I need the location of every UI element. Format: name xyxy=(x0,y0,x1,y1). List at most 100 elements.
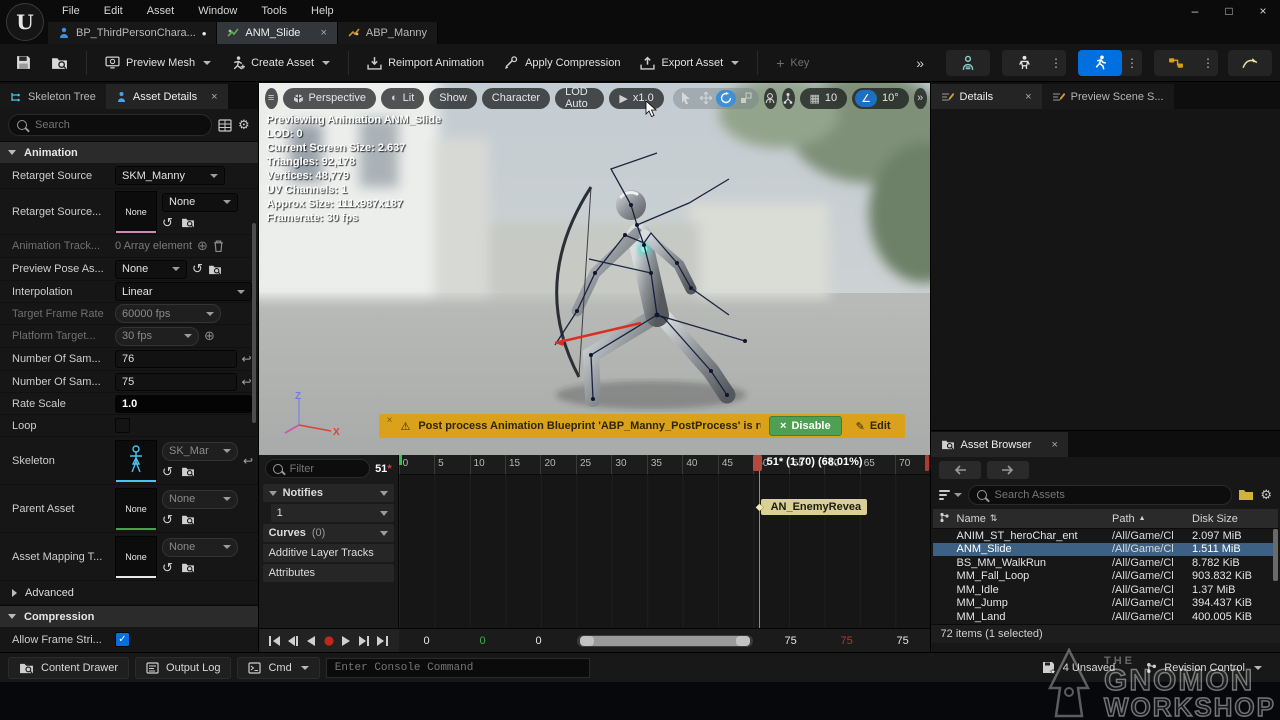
disable-postprocess-button[interactable]: × Disable xyxy=(769,416,842,436)
retarget-source-dropdown[interactable]: SKM_Manny xyxy=(115,166,225,185)
asset-row[interactable]: BS_MM_WalkRun /All/Game/Cl 8.782 KiB xyxy=(933,556,1278,570)
show-menu-button[interactable]: Show xyxy=(429,88,477,109)
viewport-toolbar-overflow[interactable]: » xyxy=(914,88,927,109)
tab-close-icon[interactable]: × xyxy=(1051,439,1057,451)
tab-details[interactable]: Details × xyxy=(931,84,1042,109)
select-tool-icon[interactable] xyxy=(676,90,696,107)
lit-mode-button[interactable]: ◐ Lit xyxy=(381,88,424,109)
column-disk-size[interactable]: Disk Size xyxy=(1192,513,1278,525)
unsaved-assets-button[interactable]: 4 Unsaved xyxy=(1032,657,1126,678)
menu-item[interactable]: Help xyxy=(301,2,344,20)
menu-item[interactable]: Asset xyxy=(137,2,185,20)
preview-mesh-button[interactable]: Preview Mesh xyxy=(97,51,219,74)
animation-section-header[interactable]: Animation xyxy=(0,141,258,163)
reimport-animation-button[interactable]: Reimport Animation xyxy=(359,51,492,75)
preview-viewport[interactable]: ≡ Perspective ◐ Lit Show Character LOD A… xyxy=(259,83,931,455)
maximize-button[interactable]: □ xyxy=(1212,0,1246,22)
asset-row[interactable]: ANIM_ST_heroChar_ent /All/Game/Cl 2.097 … xyxy=(933,529,1278,543)
asset-row[interactable]: ANM_Slide /All/Game/Cl 1.511 MiB xyxy=(933,543,1278,557)
loop-checkbox[interactable] xyxy=(115,418,130,433)
tab-abp-manny[interactable]: ABP_Manny xyxy=(338,22,438,44)
notify-track-1[interactable]: 1 xyxy=(271,504,394,522)
track-options-icon[interactable] xyxy=(380,531,388,536)
record-button[interactable] xyxy=(321,633,337,649)
grid-snap-button[interactable]: ▦ 10 xyxy=(800,88,848,109)
rate-scale-field[interactable]: 1.0 xyxy=(115,395,252,413)
asset-row[interactable]: MM_Jump /All/Game/Cl 394.437 KiB xyxy=(933,597,1278,611)
asset-row[interactable]: MM_Land /All/Game/Cl 400.005 KiB xyxy=(933,610,1278,624)
column-path[interactable]: Path▲ xyxy=(1112,513,1192,525)
details-search-input[interactable] xyxy=(33,118,203,132)
menu-item[interactable]: Edit xyxy=(94,2,133,20)
animation-blueprint-button[interactable] xyxy=(1154,50,1198,76)
viewport-menu-button[interactable]: ≡ xyxy=(265,88,278,109)
notify-marker[interactable]: ◆ AN_EnemyRevea xyxy=(761,499,868,515)
tab-close-icon[interactable]: × xyxy=(211,91,217,103)
asset-thumbnail[interactable]: None xyxy=(115,536,157,578)
animation-mode-button[interactable] xyxy=(1078,50,1122,76)
number-samples-field[interactable]: 75 xyxy=(115,373,237,391)
left-panel-scrollbar[interactable] xyxy=(252,223,256,423)
reset-to-default-icon[interactable]: ↩ xyxy=(242,375,252,389)
browse-to-asset-button[interactable] xyxy=(43,51,76,75)
advanced-section-header[interactable]: Advanced xyxy=(0,581,258,605)
skeleton-thumbnail[interactable] xyxy=(115,440,157,482)
retarget-source-asset-dropdown[interactable]: None xyxy=(162,193,238,212)
add-icon[interactable]: ⊕ xyxy=(204,328,215,344)
interpolation-dropdown[interactable]: Linear xyxy=(115,282,252,301)
notifies-track-header[interactable]: Notifies xyxy=(263,484,394,502)
console-command-input[interactable] xyxy=(333,661,583,675)
tab-anm-slide[interactable]: ANM_Slide × xyxy=(217,22,337,44)
rotation-snap-button[interactable]: ∠ 10° xyxy=(852,88,909,109)
apply-compression-button[interactable]: Apply Compression xyxy=(496,51,628,75)
track-filter-input[interactable] xyxy=(288,462,362,476)
use-selected-icon[interactable]: ↺ xyxy=(162,512,173,528)
create-asset-button[interactable]: Create Asset xyxy=(223,51,338,75)
dismiss-warning-icon[interactable]: × xyxy=(387,415,393,426)
save-button[interactable] xyxy=(8,50,39,75)
timeline-scrollbar[interactable] xyxy=(577,635,753,647)
content-drawer-button[interactable]: Content Drawer xyxy=(8,657,129,679)
additive-layer-tracks-row[interactable]: Additive Layer Tracks xyxy=(263,544,394,562)
number-samples-field[interactable]: 76 xyxy=(115,350,237,368)
blueprint-mode-options-icon[interactable]: ⋮ xyxy=(1198,56,1218,70)
lod-auto-button[interactable]: LOD Auto xyxy=(555,88,604,109)
unreal-logo-icon[interactable]: U xyxy=(6,3,44,41)
animation-mode-options-icon[interactable]: ⋮ xyxy=(1122,56,1142,70)
cmd-selector-button[interactable]: Cmd xyxy=(237,657,319,679)
curves-track-header[interactable]: Curves (0) xyxy=(263,524,394,542)
track-options-icon[interactable] xyxy=(380,511,388,516)
browse-to-icon[interactable] xyxy=(208,264,222,275)
menu-item[interactable]: File xyxy=(52,2,90,20)
character-menu-button[interactable]: Character xyxy=(482,88,550,109)
reset-to-default-icon[interactable]: ↩ xyxy=(242,352,252,366)
asset-list-scrollbar[interactable] xyxy=(1273,529,1278,581)
asset-thumbnail[interactable]: None xyxy=(115,488,157,530)
tab-close-icon[interactable]: × xyxy=(1025,91,1031,103)
tab-close-icon[interactable]: × xyxy=(320,27,326,39)
close-button[interactable]: × xyxy=(1246,0,1280,22)
allow-frame-stripping-checkbox[interactable]: ✓ xyxy=(115,632,130,647)
use-selected-icon[interactable]: ↺ xyxy=(192,261,203,277)
editable-skeleton-button[interactable] xyxy=(1228,50,1272,76)
add-element-icon[interactable]: ⊕ xyxy=(197,238,208,254)
scale-tool-icon[interactable] xyxy=(736,90,756,107)
revision-control-button[interactable]: Revision Control xyxy=(1135,658,1272,678)
preview-pose-dropdown[interactable]: None xyxy=(115,260,187,279)
menu-item[interactable]: Tools xyxy=(251,2,297,20)
asset-search-box[interactable] xyxy=(968,485,1233,505)
minimize-button[interactable]: – xyxy=(1178,0,1212,22)
rotate-tool-icon[interactable] xyxy=(716,90,736,107)
world-local-space-button[interactable] xyxy=(764,88,777,109)
tab-bp-thirdperson[interactable]: BP_ThirdPersonChara... • xyxy=(48,22,217,44)
tab-asset-browser[interactable]: Asset Browser × xyxy=(931,432,1068,457)
column-name[interactable]: Name⇅ xyxy=(955,513,1112,525)
skeletal-mesh-options-icon[interactable]: ⋮ xyxy=(1046,56,1066,70)
timeline-grid[interactable] xyxy=(399,474,931,628)
to-front-button[interactable] xyxy=(267,633,283,649)
details-search-box[interactable] xyxy=(8,114,212,136)
play-reverse-button[interactable] xyxy=(303,633,319,649)
use-selected-icon[interactable]: ↺ xyxy=(162,215,173,231)
asset-search-input[interactable] xyxy=(993,488,1224,502)
attributes-row[interactable]: Attributes xyxy=(263,564,394,582)
